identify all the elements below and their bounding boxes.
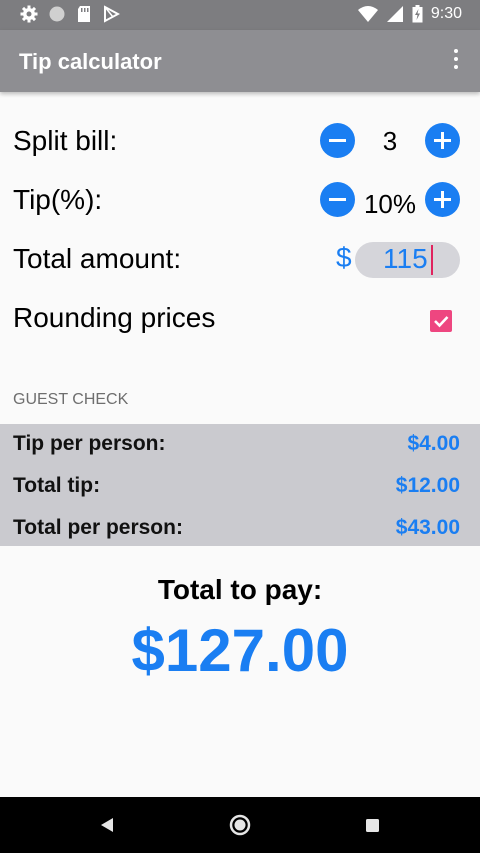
- split-bill-value: 3: [382, 126, 398, 156]
- signal-icon: [386, 6, 403, 22]
- check-row-value: $12.00: [395, 474, 460, 497]
- split-bill-label: Split bill:: [13, 125, 118, 156]
- check-row-label: Total per person:: [13, 516, 183, 539]
- app-title: Tip calculator: [19, 49, 162, 74]
- status-time: 9:30: [430, 5, 462, 22]
- play-store-icon: [104, 5, 120, 23]
- tip-value: 10%: [363, 189, 417, 219]
- minus-icon: [329, 139, 346, 142]
- split-increment-button[interactable]: [425, 123, 460, 158]
- plus-icon: [441, 132, 444, 149]
- wifi-icon: [357, 6, 378, 22]
- gear-icon: [20, 5, 38, 23]
- split-decrement-button[interactable]: [320, 123, 355, 158]
- rounding-checkbox[interactable]: [430, 310, 452, 332]
- check-row-tip-per-person: Tip per person: $4.00: [0, 427, 480, 463]
- tip-increment-button[interactable]: [425, 182, 460, 217]
- guest-check-panel: Tip per person: $4.00 Total tip: $12.00 …: [0, 424, 480, 546]
- recents-icon[interactable]: [365, 818, 380, 833]
- status-bar: 9:30: [0, 0, 480, 30]
- total-to-pay-label: Total to pay:: [157, 574, 323, 605]
- total-amount-value: 115: [383, 243, 428, 274]
- sd-card-icon: [78, 6, 90, 22]
- text-cursor: [431, 245, 433, 275]
- battery-icon: [412, 5, 423, 23]
- check-row-value: $43.00: [395, 516, 460, 539]
- home-icon[interactable]: [229, 814, 251, 836]
- tip-decrement-button[interactable]: [320, 182, 355, 217]
- rounding-label: Rounding prices: [13, 302, 216, 333]
- circle-icon: [49, 6, 65, 22]
- check-icon: [434, 316, 449, 328]
- check-row-total-tip: Total tip: $12.00: [0, 470, 480, 506]
- tip-label: Tip(%):: [13, 184, 103, 215]
- app-bar: Tip calculator: [0, 30, 480, 92]
- total-amount-input[interactable]: 115: [355, 242, 460, 278]
- total-amount-label: Total amount:: [13, 243, 182, 274]
- check-row-value: $4.00: [407, 432, 460, 455]
- status-left-icons: [20, 5, 120, 23]
- split-bill-row: Split bill: 3: [0, 116, 480, 166]
- back-icon[interactable]: [98, 816, 116, 834]
- guest-check-header: GUEST CHECK: [13, 391, 129, 408]
- total-to-pay-value: $127.00: [131, 617, 349, 684]
- check-row-total-per-person: Total per person: $43.00: [0, 512, 480, 548]
- check-row-label: Tip per person:: [13, 432, 166, 455]
- check-row-label: Total tip:: [13, 474, 101, 497]
- plus-icon: [441, 191, 444, 208]
- tip-row: Tip(%): 10%: [0, 175, 480, 225]
- status-right-icons: 9:30: [357, 5, 462, 23]
- more-vert-icon[interactable]: [450, 49, 462, 73]
- currency-symbol: $: [336, 242, 352, 273]
- minus-icon: [329, 198, 346, 201]
- navigation-bar: [0, 797, 480, 853]
